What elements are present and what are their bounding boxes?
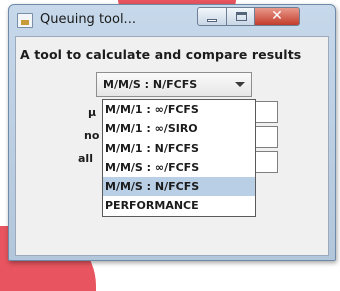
dropdown-item-mms-n-fcfs[interactable]: M/M/S : N/FCFS [103, 177, 255, 197]
heading-text: A tool to calculate and compare results [20, 47, 302, 62]
combobox-value: M/M/S : N/FCFS [103, 78, 198, 91]
model-dropdown-list: M/M/1 : ∞/FCFS M/M/1 : ∞/SIRO M/M/1 : N/… [102, 99, 256, 217]
dropdown-item-performance[interactable]: PERFORMANCE [103, 196, 255, 215]
close-icon: ✕ [271, 8, 283, 24]
background-shape-bottom [0, 260, 30, 291]
window-title: Queuing tool... [40, 12, 136, 27]
field-label-all: all [78, 152, 93, 165]
title-bar[interactable]: Queuing tool... ✕ [9, 5, 335, 36]
chevron-down-icon [235, 82, 245, 87]
field-label-no: no [84, 129, 100, 142]
app-window: Queuing tool... ✕ A tool to calculate an… [8, 4, 336, 261]
maximize-button[interactable] [226, 7, 255, 26]
minimize-button[interactable] [197, 7, 227, 26]
app-icon[interactable] [17, 13, 33, 28]
close-button[interactable]: ✕ [254, 7, 300, 26]
dropdown-item-mms-inf-fcfs[interactable]: M/M/S : ∞/FCFS [103, 158, 255, 177]
dropdown-item-mm1-inf-fcfs[interactable]: M/M/1 : ∞/FCFS [103, 100, 255, 119]
model-combobox[interactable]: M/M/S : N/FCFS [96, 72, 252, 97]
dropdown-item-mm1-inf-siro[interactable]: M/M/1 : ∞/SIRO [103, 119, 255, 138]
maximize-icon [236, 12, 247, 21]
client-area: A tool to calculate and compare results … [15, 36, 329, 256]
dropdown-item-mm1-n-fcfs[interactable]: M/M/1 : N/FCFS [103, 139, 255, 158]
minimize-icon [207, 19, 217, 22]
field-label-mu: μ [88, 106, 97, 119]
combobox-arrow-button[interactable] [226, 73, 251, 96]
